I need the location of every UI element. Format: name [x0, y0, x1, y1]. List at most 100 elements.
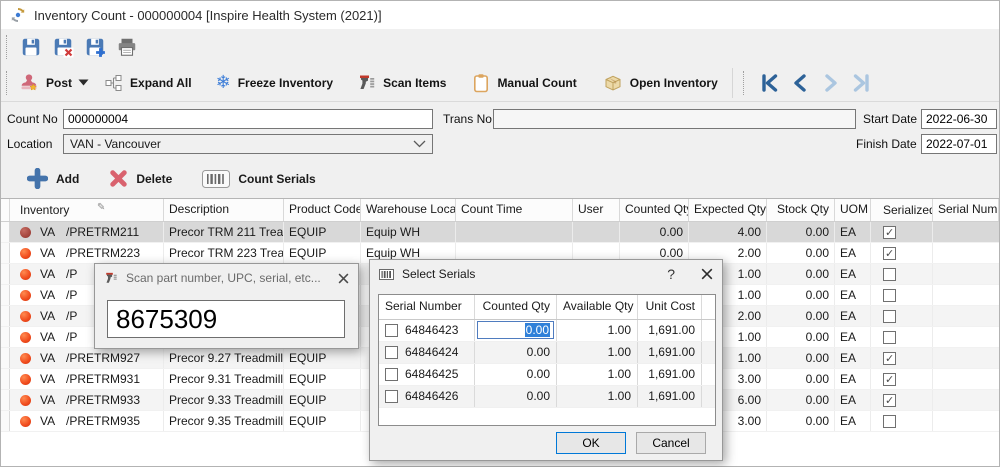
cell-available-qty[interactable]: 1.00	[557, 364, 638, 385]
column-header[interactable]: Count Time	[456, 199, 573, 221]
cell-stock-qty[interactable]: 0.00	[767, 369, 835, 389]
cell-uom[interactable]: EA	[835, 222, 871, 242]
row-gutter[interactable]	[1, 243, 10, 263]
cell-available-qty[interactable]: 1.00	[557, 342, 638, 363]
cell-available-qty[interactable]: 1.00	[557, 320, 638, 341]
cell-available-qty[interactable]: 1.00	[557, 386, 638, 407]
count-no-input[interactable]	[63, 109, 433, 129]
first-record-button[interactable]	[756, 71, 782, 95]
serial-row[interactable]: 64846426 0.00 1.00 1,691.00	[379, 386, 715, 408]
next-record-button[interactable]	[818, 71, 844, 95]
column-header[interactable]: Expected Qty	[689, 199, 767, 221]
last-record-button[interactable]	[849, 71, 875, 95]
serialized-checkbox[interactable]	[883, 414, 896, 428]
delete-button[interactable]: Delete	[109, 169, 172, 188]
row-gutter[interactable]	[1, 327, 10, 347]
cell-stock-qty[interactable]: 0.00	[767, 390, 835, 410]
cancel-button[interactable]: Cancel	[636, 432, 706, 454]
cell-description[interactable]: Precor TRM 223 Trea...	[164, 243, 284, 263]
column-header[interactable]: User	[573, 199, 620, 221]
cell-description[interactable]: Precor 9.35 Treadmill	[164, 411, 284, 431]
toolbar-grip[interactable]	[6, 34, 7, 59]
serials-dialog-titlebar[interactable]: Select Serials ?	[370, 260, 722, 288]
cell-product-code[interactable]: EQUIP	[284, 411, 361, 431]
cell-stock-qty[interactable]: 0.00	[767, 411, 835, 431]
count-serials-button[interactable]: Count Serials	[202, 169, 316, 188]
column-header[interactable]: Stock Qty	[767, 199, 835, 221]
cell-serialized[interactable]	[871, 285, 933, 305]
cell-uom[interactable]: EA	[835, 348, 871, 368]
cell-stock-qty[interactable]: 0.00	[767, 348, 835, 368]
print-button[interactable]	[111, 32, 143, 62]
cell-serial-number[interactable]: 64846423	[379, 320, 475, 341]
cell-serial-number[interactable]	[933, 327, 999, 347]
cell-description[interactable]: Precor 9.33 Treadmill	[164, 390, 284, 410]
cell-expected-qty[interactable]: 4.00	[689, 222, 767, 242]
cell-serial-number[interactable]	[933, 348, 999, 368]
save-close-button[interactable]	[47, 32, 79, 62]
row-gutter[interactable]	[1, 390, 10, 410]
cell-serialized[interactable]	[871, 222, 933, 242]
cell-counted-qty[interactable]: 0.00	[475, 386, 557, 407]
cell-serial-number[interactable]	[933, 411, 999, 431]
column-header[interactable]: Serialized	[871, 199, 933, 221]
serialized-checkbox[interactable]	[883, 393, 896, 407]
toolbar-grip[interactable]	[6, 70, 7, 95]
cell-uom[interactable]: EA	[835, 327, 871, 347]
cell-unit-cost[interactable]: 1,691.00	[638, 386, 702, 407]
post-dropdown-button[interactable]	[74, 71, 92, 95]
serialized-checkbox[interactable]	[883, 372, 896, 386]
cell-stock-qty[interactable]: 0.00	[767, 222, 835, 242]
serial-checkbox[interactable]	[385, 368, 398, 381]
column-header[interactable]: Counted Qty	[620, 199, 689, 221]
cell-description[interactable]: Precor 9.27 Treadmill	[164, 348, 284, 368]
cell-counted-qty[interactable]: 0.00	[475, 364, 557, 385]
cell-serialized[interactable]	[871, 411, 933, 431]
cell-unit-cost[interactable]: 1,691.00	[638, 320, 702, 341]
column-header[interactable]: Inventory	[10, 199, 164, 221]
trans-no-input[interactable]	[493, 109, 856, 129]
column-header[interactable]: Warehouse Location	[361, 199, 456, 221]
cell-uom[interactable]: EA	[835, 285, 871, 305]
cell-uom[interactable]: EA	[835, 390, 871, 410]
post-button[interactable]: Post	[19, 73, 72, 92]
cell-serial-number[interactable]: 64846424	[379, 342, 475, 363]
column-header[interactable]: Available Qty	[557, 295, 638, 319]
cell-serial-number[interactable]: 64846425	[379, 364, 475, 385]
start-date-input[interactable]	[921, 109, 997, 129]
serialized-checkbox[interactable]	[883, 288, 896, 302]
cell-serialized[interactable]	[871, 369, 933, 389]
location-select[interactable]: VAN - Vancouver	[63, 134, 433, 154]
serialized-checkbox[interactable]	[883, 246, 896, 260]
cell-inventory[interactable]: VA/PRETRM223	[10, 243, 164, 263]
cell-serialized[interactable]	[871, 348, 933, 368]
column-header[interactable]: Description	[164, 199, 284, 221]
cell-uom[interactable]: EA	[835, 411, 871, 431]
cell-unit-cost[interactable]: 1,691.00	[638, 342, 702, 363]
cell-stock-qty[interactable]: 0.00	[767, 327, 835, 347]
column-header[interactable]: Serial Number	[379, 295, 475, 319]
cell-product-code[interactable]: EQUIP	[284, 369, 361, 389]
counted-qty-editor[interactable]: 0.00	[477, 321, 554, 339]
expand-all-button[interactable]: Expand All	[104, 74, 192, 92]
cell-user[interactable]	[573, 222, 620, 242]
row-gutter[interactable]	[1, 369, 10, 389]
cell-serialized[interactable]	[871, 327, 933, 347]
cell-inventory[interactable]: VA/PRETRM935	[10, 411, 164, 431]
serial-checkbox[interactable]	[385, 346, 398, 359]
row-gutter[interactable]	[1, 411, 10, 431]
column-header[interactable]: Serial Number	[933, 199, 999, 221]
cell-counted-qty[interactable]: 0.00	[475, 342, 557, 363]
freeze-inventory-button[interactable]: ❄ Freeze Inventory	[216, 73, 333, 92]
help-button[interactable]: ?	[661, 266, 681, 282]
serial-row[interactable]: 64846423 0.00 1.00 1,691.00	[379, 320, 715, 342]
cell-serial-number[interactable]	[933, 390, 999, 410]
cell-count-time[interactable]	[456, 222, 573, 242]
serialized-checkbox[interactable]	[883, 225, 896, 239]
serial-checkbox[interactable]	[385, 324, 398, 337]
cell-serialized[interactable]	[871, 306, 933, 326]
serial-row[interactable]: 64846425 0.00 1.00 1,691.00	[379, 364, 715, 386]
cell-serial-number[interactable]	[933, 264, 999, 284]
column-header[interactable]: Counted Qty	[475, 295, 557, 319]
cell-stock-qty[interactable]: 0.00	[767, 264, 835, 284]
